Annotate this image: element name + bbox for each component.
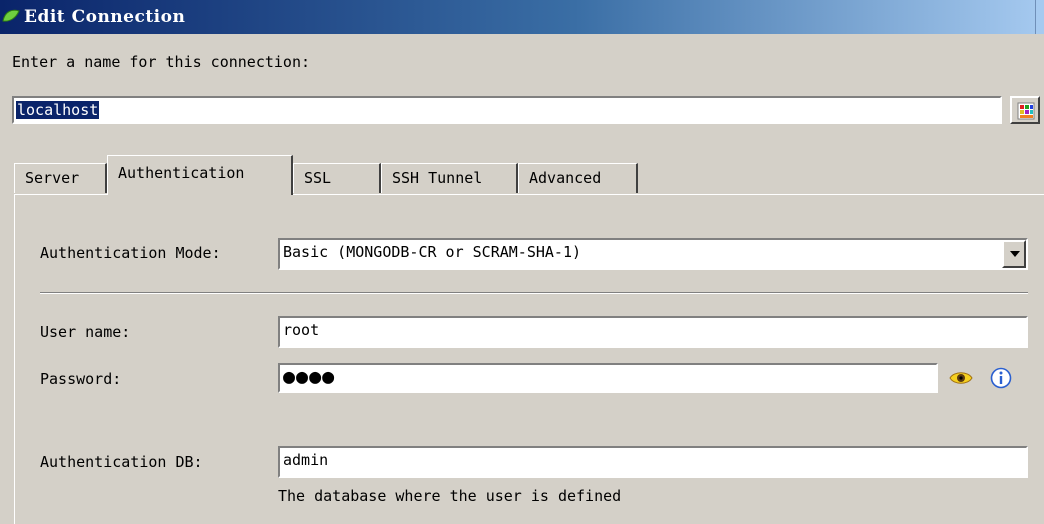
mongodb-leaf-icon: [2, 9, 20, 22]
info-icon[interactable]: [990, 367, 1012, 389]
tab-authentication[interactable]: Authentication: [107, 155, 293, 195]
auth-db-hint: The database where the user is defined: [278, 487, 622, 505]
password-input[interactable]: ●●●●: [278, 363, 938, 393]
tab-advanced[interactable]: Advanced: [518, 163, 638, 193]
auth-db-label: Authentication DB:: [40, 453, 203, 471]
chevron-down-icon[interactable]: [1002, 240, 1026, 268]
tab-server[interactable]: Server: [14, 163, 107, 193]
window-title: Edit Connection: [24, 7, 186, 27]
auth-mode-label: Authentication Mode:: [40, 244, 221, 262]
connection-name-label: Enter a name for this connection:: [12, 53, 311, 71]
tab-ssh-tunnel[interactable]: SSH Tunnel: [381, 163, 518, 193]
title-bar[interactable]: Edit Connection: [0, 0, 1044, 34]
eye-icon[interactable]: [949, 370, 973, 386]
username-input[interactable]: root: [278, 316, 1028, 348]
connection-name-value: localhost: [16, 101, 100, 119]
auth-mode-value: Basic (MONGODB-CR or SCRAM-SHA-1): [283, 243, 582, 261]
connection-name-input[interactable]: localhost: [12, 96, 1002, 124]
password-label: Password:: [40, 370, 122, 388]
username-label: User name:: [40, 323, 131, 341]
separator: [40, 292, 1028, 294]
auth-mode-select[interactable]: Basic (MONGODB-CR or SCRAM-SHA-1): [278, 238, 1028, 270]
auth-db-input[interactable]: admin: [278, 446, 1028, 478]
color-picker-button[interactable]: [1010, 96, 1040, 124]
color-palette-icon: [1017, 102, 1035, 120]
tab-ssl[interactable]: SSL: [293, 163, 381, 193]
title-bar-edge: [1035, 0, 1044, 34]
